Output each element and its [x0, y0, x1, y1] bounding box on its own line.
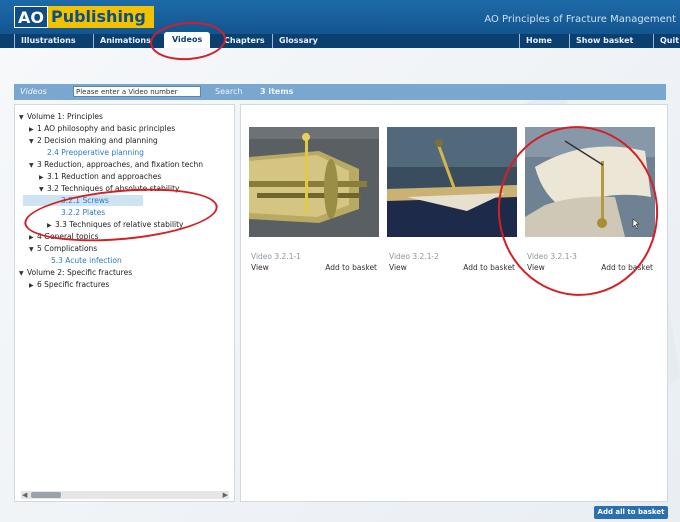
- scrollbar-thumb[interactable]: [31, 492, 61, 498]
- search-button[interactable]: Search: [215, 87, 242, 96]
- tree-item-label: 2 Decision making and planning: [37, 136, 158, 145]
- logo-ao: AO: [14, 6, 48, 28]
- video-thumbnail-screws-plate[interactable]: [249, 127, 379, 237]
- triangle-right-icon[interactable]: ▶: [29, 124, 37, 135]
- nav-glossary[interactable]: Glossary: [272, 34, 318, 48]
- tree-item-label: 3 Reduction, approaches, and fixation te…: [37, 160, 203, 169]
- tree-item[interactable]: ▶ 3.1 Reduction and approaches: [39, 171, 161, 182]
- nav-home[interactable]: Home: [519, 34, 552, 48]
- triangle-down-icon[interactable]: ▼: [29, 244, 37, 255]
- tree-item-label: 1 AO philosophy and basic principles: [37, 124, 176, 133]
- tree-item[interactable]: ▶ 1 AO philosophy and basic principles: [29, 123, 175, 134]
- view-video-button[interactable]: View: [389, 263, 407, 272]
- video-thumbnail-fixation[interactable]: [387, 127, 517, 237]
- add-to-basket-button[interactable]: Add to basket: [325, 263, 377, 272]
- search-section-label: Videos: [20, 87, 47, 96]
- tree-item[interactable]: ▼ 2 Decision making and planning: [29, 135, 158, 146]
- video-actions: View Add to basket: [387, 262, 517, 274]
- video-caption: Video 3.2.1-2: [389, 252, 439, 261]
- triangle-right-icon[interactable]: ▶: [39, 172, 47, 183]
- tree-item[interactable]: ▼ Volume 1: Principles: [19, 111, 103, 122]
- triangle-down-icon[interactable]: ▼: [19, 112, 27, 123]
- chapter-tree: ▼ Volume 1: Principles ▶ 1 AO philosophy a…: [14, 104, 235, 502]
- triangle-down-icon[interactable]: ▼: [19, 268, 27, 279]
- add-to-basket-button[interactable]: Add to basket: [463, 263, 515, 272]
- nav-quit[interactable]: Quit: [653, 34, 679, 48]
- tree-item[interactable]: ▼ Volume 2: Specific fractures: [19, 267, 132, 278]
- tree-item-label: 5 Complications: [37, 244, 98, 253]
- nav-show-basket[interactable]: Show basket: [569, 34, 633, 48]
- video-actions: View Add to basket: [249, 262, 379, 274]
- tree-item[interactable]: ▼ 5 Complications: [29, 243, 97, 254]
- scroll-left-arrow-icon[interactable]: ◀: [22, 491, 27, 499]
- triangle-down-icon[interactable]: ▼: [29, 160, 37, 171]
- app-title: AO Principles of Fracture Management: [484, 14, 676, 25]
- video-caption: Video 3.2.1-1: [251, 252, 301, 261]
- tree-item[interactable]: 2.4 Preoperative planning: [47, 147, 144, 158]
- search-bar: Videos Please enter a Video number Searc…: [14, 84, 666, 100]
- result-count: 3 items: [260, 87, 294, 96]
- header-bar: AO Publishing AO Principles of Fracture …: [0, 0, 680, 48]
- tree-item-label: 3.1 Reduction and approaches: [47, 172, 162, 181]
- triangle-down-icon[interactable]: ▼: [39, 184, 47, 195]
- video-card[interactable]: Video 3.2.1-1 View Add to basket: [249, 127, 379, 277]
- tree-item-label: 6 Specific fractures: [37, 280, 110, 289]
- tree-item-label: 2.4 Preoperative planning: [47, 148, 144, 157]
- tree-item-label: 5.3 Acute infection: [51, 256, 122, 265]
- add-all-to-basket-button[interactable]: Add all to basket: [594, 506, 668, 519]
- triangle-down-icon[interactable]: ▼: [29, 136, 37, 147]
- nav-illustrations[interactable]: Illustrations: [14, 34, 76, 48]
- video-number-input[interactable]: Please enter a Video number: [73, 86, 201, 97]
- tree-item[interactable]: ▼ 3 Reduction, approaches, and fixation t…: [29, 159, 203, 170]
- tree-item[interactable]: 5.3 Acute infection: [51, 255, 122, 266]
- tree-horizontal-scrollbar[interactable]: ◀ ▶: [21, 491, 229, 499]
- main-nav: Illustrations Animations Videos Chapters…: [0, 32, 680, 48]
- tree-item[interactable]: ▶ 6 Specific fractures: [29, 279, 109, 290]
- tree-item-label: Volume 1: Principles: [27, 112, 103, 121]
- triangle-right-icon[interactable]: ▶: [29, 280, 37, 291]
- nav-animations[interactable]: Animations: [93, 34, 151, 48]
- logo-publishing: Publishing: [47, 6, 154, 28]
- scroll-right-arrow-icon[interactable]: ▶: [223, 491, 228, 499]
- ao-publishing-logo: AO Publishing: [14, 6, 154, 28]
- view-video-button[interactable]: View: [251, 263, 269, 272]
- tree-item-label: Volume 2: Specific fractures: [27, 268, 133, 277]
